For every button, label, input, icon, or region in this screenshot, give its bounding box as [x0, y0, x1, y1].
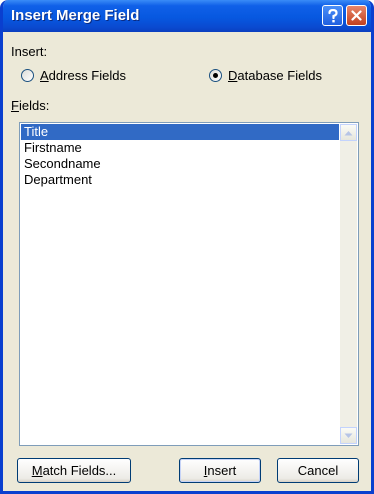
title-bar[interactable]: Insert Merge Field: [3, 0, 371, 32]
help-icon: [327, 8, 338, 22]
list-item[interactable]: Title: [21, 124, 339, 140]
address-fields-label: Address Fields: [40, 68, 126, 83]
list-item[interactable]: Department: [21, 172, 339, 188]
dialog-title: Insert Merge Field: [11, 7, 140, 24]
help-button[interactable]: [322, 5, 343, 26]
scroll-down-button[interactable]: [340, 427, 357, 444]
list-item[interactable]: Secondname: [21, 156, 339, 172]
address-fields-radio[interactable]: Address Fields: [21, 68, 126, 83]
address-fields-radio-button[interactable]: [21, 69, 34, 82]
scroll-down-arrow-icon: [344, 433, 353, 438]
insert-merge-field-dialog: Insert Merge Field Insert: Address Field…: [0, 0, 374, 494]
fields-listbox[interactable]: Title Firstname Secondname Department: [19, 122, 359, 446]
insert-button-label: Insert: [203, 463, 237, 478]
close-icon: [351, 10, 362, 21]
close-button[interactable]: [346, 5, 367, 26]
fields-list: Title Firstname Secondname Department: [21, 124, 339, 444]
fields-label: Fields:: [11, 98, 50, 113]
list-item[interactable]: Firstname: [21, 140, 339, 156]
match-fields-label: Match Fields...: [31, 463, 117, 478]
database-fields-radio-button[interactable]: [209, 69, 222, 82]
insert-button[interactable]: Insert: [179, 458, 261, 483]
insert-label: Insert:: [11, 44, 48, 59]
scroll-up-arrow-icon: [344, 130, 353, 135]
cancel-button[interactable]: Cancel: [277, 458, 359, 483]
vertical-scrollbar[interactable]: [340, 124, 357, 444]
match-fields-button[interactable]: Match Fields...: [17, 458, 131, 483]
database-fields-radio[interactable]: Database Fields: [209, 68, 322, 83]
database-fields-label: Database Fields: [228, 68, 322, 83]
scroll-up-button[interactable]: [340, 124, 357, 141]
